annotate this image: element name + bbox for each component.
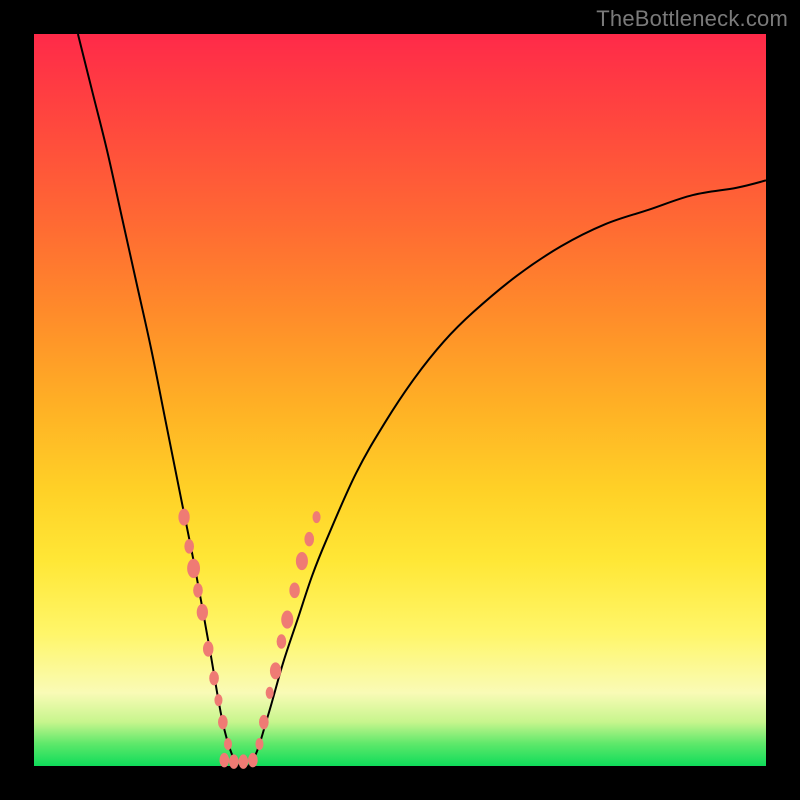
curve-marker xyxy=(248,753,258,768)
chart-frame: TheBottleneck.com xyxy=(0,0,800,800)
curve-marker xyxy=(218,715,228,730)
curve-marker xyxy=(178,509,189,526)
curve-marker xyxy=(304,532,314,547)
curve-marker xyxy=(219,753,229,768)
curve-marker xyxy=(296,552,308,570)
curve-marker xyxy=(224,738,232,750)
curve-marker xyxy=(266,687,274,699)
curve-marker xyxy=(239,754,249,769)
curve-marker xyxy=(277,634,287,649)
curve-marker xyxy=(259,715,269,730)
curve-marker xyxy=(193,583,203,598)
curve-marker xyxy=(214,694,222,706)
curve-marker xyxy=(197,604,208,621)
curve-marker xyxy=(184,539,194,554)
plot-area xyxy=(34,34,766,766)
curve-marker xyxy=(270,662,281,679)
bottleneck-curve xyxy=(78,34,766,768)
curve-marker xyxy=(229,754,239,769)
curve-layer xyxy=(34,34,766,766)
curve-marker xyxy=(203,641,213,657)
curve-marker xyxy=(255,738,263,750)
curve-marker xyxy=(209,671,219,686)
curve-marker xyxy=(289,582,299,598)
curve-marker xyxy=(187,559,200,578)
curve-marker xyxy=(313,511,321,523)
curve-marker xyxy=(281,611,293,629)
marker-group xyxy=(178,509,320,769)
watermark-text: TheBottleneck.com xyxy=(596,6,788,32)
